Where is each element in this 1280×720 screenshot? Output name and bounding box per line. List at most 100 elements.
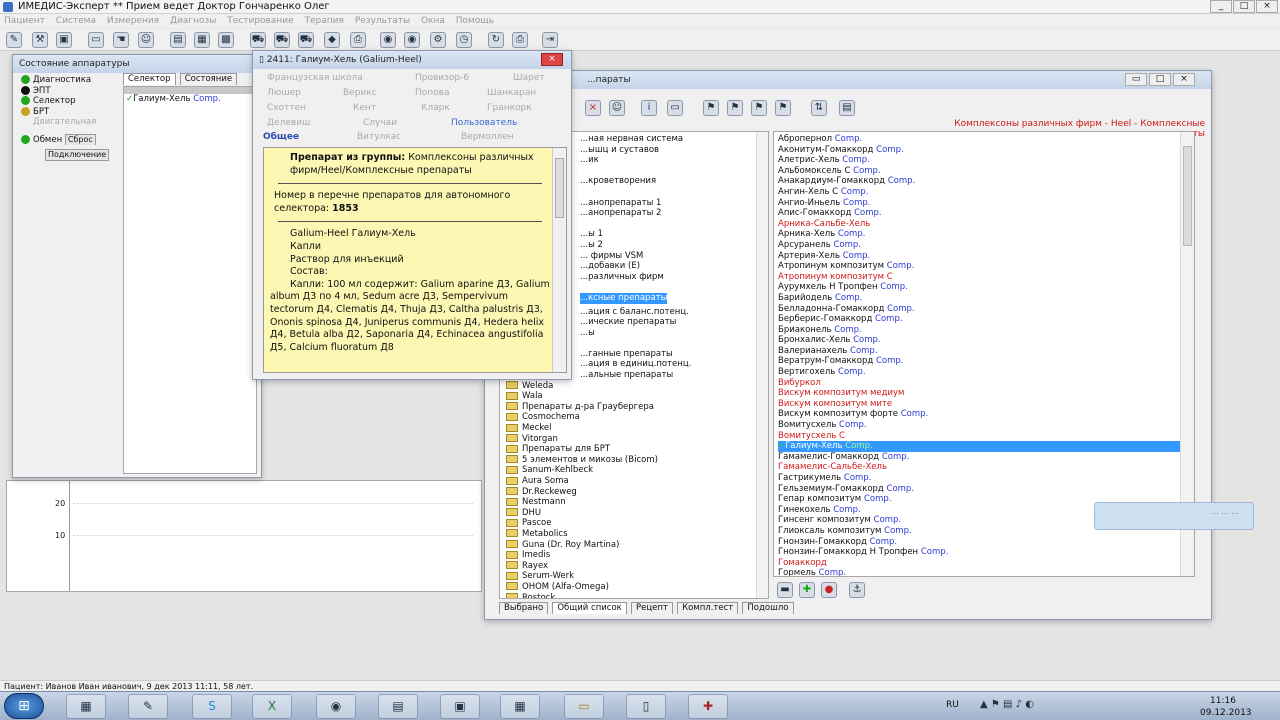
print-icon[interactable]: ⎙ bbox=[512, 32, 528, 48]
close-button[interactable]: × bbox=[1256, 0, 1278, 13]
list-item[interactable]: ✓Галиум-Хель Comp. bbox=[778, 441, 1194, 452]
list-item[interactable]: Арника-Сальбе-Хель bbox=[778, 219, 1194, 230]
list-item[interactable]: Гельземиум-Гомаккорд Comp. bbox=[778, 484, 1194, 495]
list-item[interactable]: Вератрум-Гомаккорд Comp. bbox=[778, 356, 1194, 367]
list-item[interactable]: Гнонзин-Гомаккорд Comp. bbox=[778, 537, 1194, 548]
folder-app-icon[interactable]: ▭ bbox=[564, 694, 604, 719]
tree-item[interactable]: ... фирмы VSM bbox=[580, 251, 768, 262]
tree-item[interactable]: Serum-Werk bbox=[506, 571, 768, 582]
add-icon[interactable]: ✚ bbox=[799, 582, 815, 598]
list-item[interactable]: Гнонзин-Гомаккорд Н Тропфен Comp. bbox=[778, 547, 1194, 558]
remove-icon[interactable]: ▬ bbox=[777, 582, 793, 598]
document-icon[interactable]: ▤ bbox=[839, 100, 855, 116]
tree-item[interactable]: ...анопрепараты 1 bbox=[580, 198, 768, 209]
list-item[interactable]: Абропернол Comp. bbox=[778, 134, 1194, 145]
tree-item[interactable]: Nestmann bbox=[506, 497, 768, 508]
tree-item[interactable] bbox=[580, 187, 768, 198]
save-icon[interactable]: ▣ bbox=[56, 32, 72, 48]
list-item[interactable]: Бриаконель Comp. bbox=[778, 325, 1194, 336]
list-item[interactable]: Атропинум композитум С bbox=[778, 272, 1194, 283]
menu-patient[interactable]: Пациент bbox=[4, 14, 45, 28]
tree-item[interactable]: ...ганные препараты bbox=[580, 349, 768, 360]
tab-shankaran[interactable]: Шанкаран bbox=[487, 88, 536, 98]
explorer-icon[interactable]: ▦ bbox=[66, 694, 106, 719]
tree-item[interactable]: ...анопрепараты 2 bbox=[580, 208, 768, 219]
flag-copy-icon[interactable]: ⚑ bbox=[775, 100, 791, 116]
list-item[interactable]: Гормель Comp. bbox=[778, 568, 1194, 576]
language-indicator[interactable]: RU bbox=[946, 700, 959, 710]
maximize-button-2[interactable]: □ bbox=[1149, 73, 1171, 86]
media-icon[interactable]: ▣ bbox=[440, 694, 480, 719]
person-icon[interactable]: ☺ bbox=[138, 32, 154, 48]
info-icon[interactable]: i bbox=[641, 100, 657, 116]
image-viewer-icon[interactable]: ▤ bbox=[378, 694, 418, 719]
monitor-icon[interactable]: ▭ bbox=[88, 32, 104, 48]
list-item[interactable]: Вомитусхель С bbox=[778, 431, 1194, 442]
popup-close-button[interactable]: × bbox=[541, 53, 563, 66]
menu-system[interactable]: Система bbox=[56, 14, 96, 28]
reload-icon[interactable]: ↻ bbox=[488, 32, 504, 48]
pill-icon[interactable]: ● bbox=[821, 582, 837, 598]
list-item[interactable]: Аурумхель Н Тропфен Comp. bbox=[778, 282, 1194, 293]
tab-cases[interactable]: Случаи bbox=[363, 118, 397, 128]
list-item[interactable]: Вискум композитум форте Comp. bbox=[778, 409, 1194, 420]
tab-schotten[interactable]: Схоттен bbox=[267, 103, 306, 113]
people-icon[interactable]: ☺ bbox=[609, 100, 625, 116]
tab-matched[interactable]: Подошло bbox=[742, 602, 794, 614]
tab-selector[interactable]: Селектор bbox=[123, 73, 176, 85]
list-item[interactable]: Барийодель Comp. bbox=[778, 293, 1194, 304]
menu-measurements[interactable]: Измерения bbox=[107, 14, 159, 28]
tree-item[interactable] bbox=[580, 219, 768, 230]
flag-icon[interactable]: ⚑ bbox=[703, 100, 719, 116]
tab-sharet[interactable]: Шарет bbox=[513, 73, 545, 83]
menu-windows[interactable]: Окна bbox=[421, 14, 445, 28]
tab-selected[interactable]: Выбрано bbox=[499, 602, 549, 614]
bus-icon[interactable]: ⛟ bbox=[274, 32, 290, 48]
list-item[interactable]: Анакардиум-Гомаккорд Comp. bbox=[778, 176, 1194, 187]
tree-item[interactable]: Metabolics bbox=[506, 529, 768, 540]
list-item[interactable]: Вертигохель Comp. bbox=[778, 367, 1194, 378]
device-icon[interactable]: ▦ bbox=[194, 32, 210, 48]
list-item[interactable]: Вискум композитум медиум bbox=[778, 388, 1194, 399]
list-item[interactable]: Бронхалис-Хель Comp. bbox=[778, 335, 1194, 346]
list-item[interactable]: Ангио-Иньель Comp. bbox=[778, 198, 1194, 209]
tree-item[interactable] bbox=[580, 166, 768, 177]
chart-icon[interactable]: ▤ bbox=[170, 32, 186, 48]
tools-app-icon[interactable]: ✎ bbox=[128, 694, 168, 719]
tree-item[interactable]: ...ик bbox=[580, 155, 768, 166]
clock-icon[interactable]: ◷ bbox=[456, 32, 472, 48]
tab-general-list[interactable]: Общий список bbox=[552, 602, 627, 614]
tools-icon[interactable]: ⚒ bbox=[32, 32, 48, 48]
circle-icon[interactable]: ◉ bbox=[380, 32, 396, 48]
grid-icon[interactable]: ▩ bbox=[218, 32, 234, 48]
popup-scroll-thumb[interactable] bbox=[555, 158, 564, 218]
tab-status[interactable]: Состояние bbox=[179, 73, 238, 85]
tree-item[interactable]: ...ы 1 bbox=[580, 229, 768, 240]
tab-luscher[interactable]: Люшер bbox=[267, 88, 301, 98]
tree-item[interactable]: ...добавки (E) bbox=[580, 261, 768, 272]
tab-vermeulen[interactable]: Вермоллен bbox=[461, 132, 514, 142]
tree-item[interactable]: ...различных фирм bbox=[580, 272, 768, 283]
tree-item[interactable]: ...ышц и суставов bbox=[580, 145, 768, 156]
close-button-2[interactable]: × bbox=[1173, 73, 1195, 86]
tree-item[interactable]: Vitorgan bbox=[506, 434, 768, 445]
tree-item[interactable]: Imedis bbox=[506, 550, 768, 561]
list-item[interactable]: Алетрис-Хель Comp. bbox=[778, 155, 1194, 166]
flag-red-icon[interactable]: ⚑ bbox=[727, 100, 743, 116]
tree-item[interactable]: Cosmochema bbox=[506, 412, 768, 423]
list-item[interactable]: Гамамелис-Сальбе-Хель bbox=[778, 462, 1194, 473]
tab-grankork[interactable]: Гранкорк bbox=[487, 103, 532, 113]
tab-veriks[interactable]: Верикс bbox=[343, 88, 377, 98]
save-app-icon[interactable]: ▦ bbox=[500, 694, 540, 719]
list-item[interactable]: Гастрикумель Comp. bbox=[778, 473, 1194, 484]
list-item[interactable]: Вибуркол bbox=[778, 378, 1194, 389]
tree-item[interactable]: Aura Soma bbox=[506, 476, 768, 487]
tree-scrollbar[interactable] bbox=[756, 132, 768, 598]
pencil-icon[interactable]: ✎ bbox=[6, 32, 22, 48]
tree-item[interactable]: ...ация в единиц.потенц. bbox=[580, 359, 768, 370]
tree-item[interactable]: Wala bbox=[506, 391, 768, 402]
list-item[interactable]: Гомаккорд bbox=[778, 558, 1194, 569]
tree-item[interactable]: Препараты д-ра Граубергера bbox=[506, 402, 768, 413]
tree-item[interactable] bbox=[580, 338, 768, 349]
tab-recipe[interactable]: Рецепт bbox=[630, 602, 673, 614]
